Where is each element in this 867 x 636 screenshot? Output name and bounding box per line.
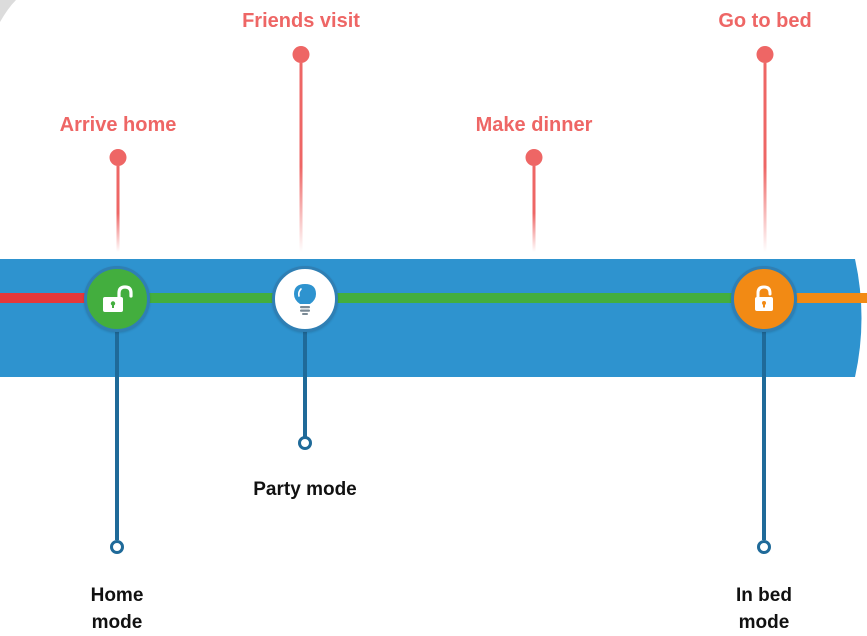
event-stem-arrive-home <box>116 166 120 252</box>
event-stem-make-dinner <box>532 166 536 252</box>
event-dot-arrive-home <box>109 149 127 166</box>
event-stem-friends-visit <box>299 63 303 252</box>
event-dot-friends-visit <box>292 46 310 63</box>
mode-stem-party <box>303 330 307 438</box>
mode-ring-home <box>110 540 124 554</box>
mode-label-home: Home mode <box>90 585 144 633</box>
event-stem-go-to-bed <box>763 63 767 252</box>
light-bulb-icon <box>294 284 316 315</box>
event-label-go-to-bed: Go to bed <box>718 10 812 32</box>
event-dot-make-dinner <box>525 149 543 166</box>
mode-ring-bed <box>757 540 771 554</box>
mode-node-home <box>84 266 150 332</box>
mode-ring-party <box>298 436 312 450</box>
mode-stem-bed <box>762 330 766 540</box>
timeline-diagram: Arrive home Friends visit Make dinner Go… <box>0 0 867 636</box>
unlock-icon <box>755 285 773 311</box>
mode-stem-home <box>115 330 119 540</box>
mode-label-party: Party mode <box>253 479 357 500</box>
corner-swoosh <box>0 0 16 22</box>
event-label-friends-visit: Friends visit <box>242 10 360 32</box>
event-dot-go-to-bed <box>756 46 774 63</box>
event-label-arrive-home: Arrive home <box>59 114 177 136</box>
track-segment-middle <box>118 293 764 303</box>
mode-node-party <box>272 266 338 332</box>
event-label-make-dinner: Make dinner <box>475 114 593 136</box>
unlock-icon <box>103 285 133 312</box>
mode-label-bed: In bed mode <box>736 585 792 633</box>
mode-node-bed <box>731 266 797 332</box>
